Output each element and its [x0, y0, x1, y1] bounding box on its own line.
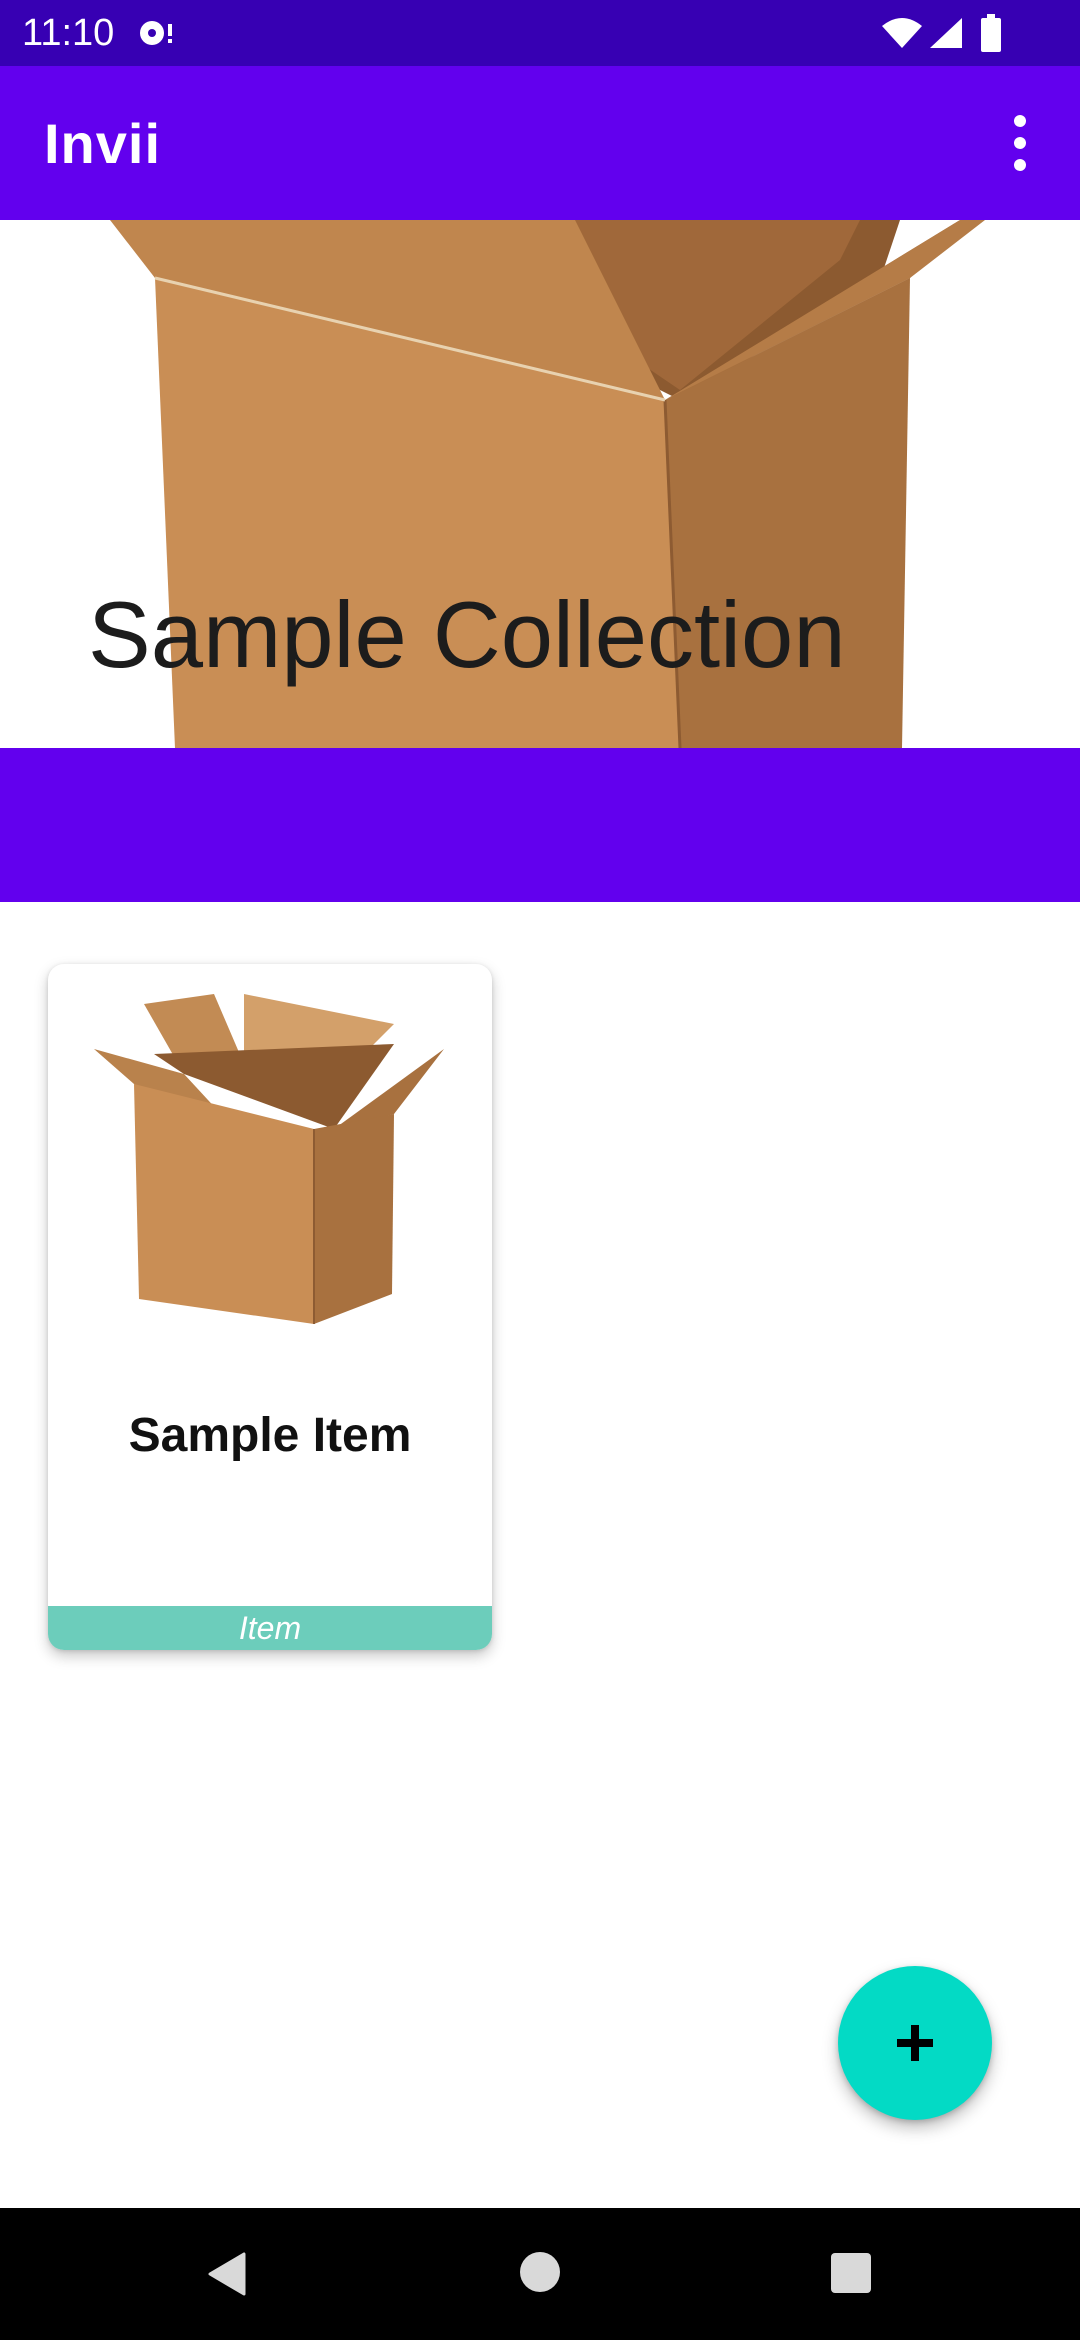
item-name: Sample Item — [128, 1409, 412, 1462]
collection-header: Sample Collection — [0, 220, 1080, 748]
header-band — [0, 748, 1080, 902]
collection-title: Sample Collection — [88, 582, 846, 687]
app-title: Invii — [44, 112, 162, 175]
status-time: 11:10 — [22, 12, 115, 54]
signal-icon — [930, 18, 962, 48]
add-item-button[interactable] — [838, 1966, 992, 2120]
wifi-icon — [882, 18, 922, 48]
recents-icon[interactable] — [830, 2252, 872, 2294]
item-image — [94, 994, 444, 1324]
system-nav-bar — [0, 2208, 1080, 2340]
battery-icon — [981, 14, 1001, 52]
status-bar: 11:10 — [0, 0, 1080, 66]
home-icon[interactable] — [518, 2250, 562, 2294]
back-icon[interactable] — [204, 2250, 252, 2298]
sync-icon — [140, 21, 172, 45]
app-bar: Invii — [0, 66, 1080, 220]
overflow-menu-icon[interactable] — [1000, 110, 1040, 176]
item-type-tag: Item — [48, 1606, 492, 1650]
plus-icon — [897, 2025, 933, 2061]
item-card[interactable]: Sample Item Item — [48, 964, 492, 1650]
